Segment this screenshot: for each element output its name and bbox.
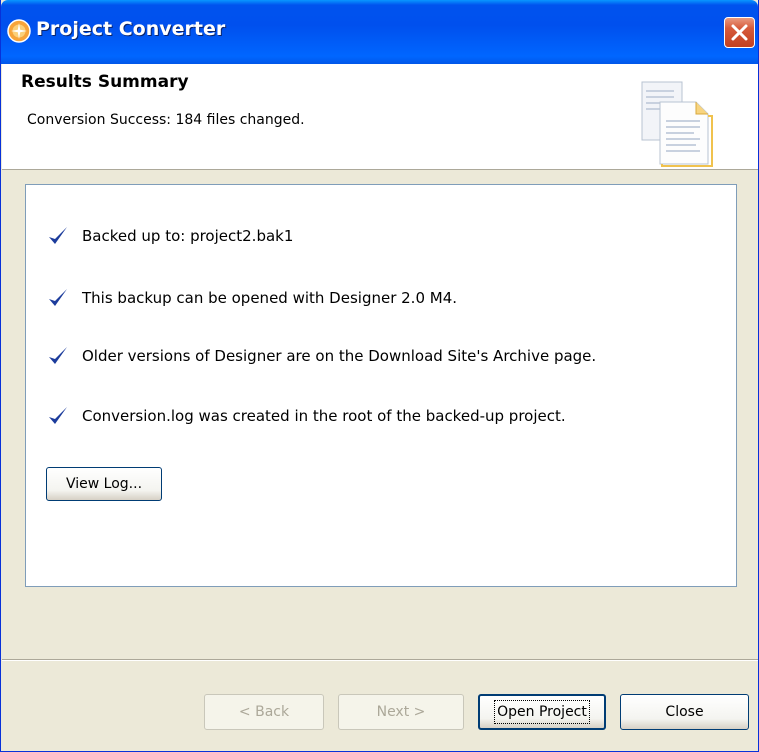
result-item-text: Older versions of Designer are on the Do… xyxy=(82,347,597,365)
open-project-label: Open Project xyxy=(494,700,590,724)
back-button[interactable]: < Back xyxy=(204,694,324,730)
close-button[interactable]: Close xyxy=(620,694,749,730)
open-project-button[interactable]: Open Project xyxy=(478,694,606,730)
result-item-text: This backup can be opened with Designer … xyxy=(82,289,458,307)
documents-icon xyxy=(641,81,713,167)
project-converter-window: Project Converter Results Summary Conver… xyxy=(0,0,759,752)
project-converter-icon xyxy=(7,19,31,43)
next-button[interactable]: Next > xyxy=(338,694,464,730)
results-panel: Backed up to: project2.bak1 This backup … xyxy=(25,184,737,587)
checkmark-icon xyxy=(49,347,67,364)
close-window-button[interactable] xyxy=(724,17,755,48)
checkmark-icon xyxy=(49,407,67,424)
conversion-status-message: Conversion Success: 184 files changed. xyxy=(27,112,305,128)
page-title: Results Summary xyxy=(21,72,189,92)
button-bar-separator xyxy=(2,659,758,661)
wizard-header: Results Summary Conversion Success: 184 … xyxy=(2,64,758,170)
close-icon xyxy=(731,24,748,41)
window-title: Project Converter xyxy=(36,18,226,40)
view-log-button[interactable]: View Log... xyxy=(46,467,162,501)
checkmark-icon xyxy=(49,289,67,306)
checkmark-icon xyxy=(49,227,67,244)
title-bar[interactable]: Project Converter xyxy=(1,0,758,64)
result-item-text: Conversion.log was created in the root o… xyxy=(82,407,566,425)
result-item-text: Backed up to: project2.bak1 xyxy=(82,227,294,245)
